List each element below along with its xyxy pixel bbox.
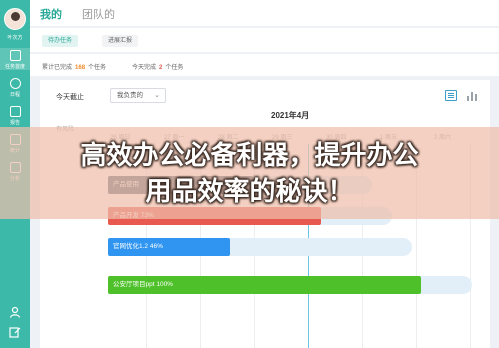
stat-label: 个任务 xyxy=(88,65,107,71)
sidebar-item-label: 报告 xyxy=(9,120,20,126)
total-count: 168 xyxy=(75,65,86,71)
sub-tabs: 待办任务 进展汇报 xyxy=(30,28,499,52)
user-icon[interactable] xyxy=(9,306,21,318)
today-completed: 今天完成 2 个任务 xyxy=(132,62,183,71)
filter-value: 我负责的 xyxy=(117,92,143,99)
chevron-down-icon: ⌄ xyxy=(154,92,160,99)
tab-team[interactable]: 团队的 xyxy=(82,6,115,22)
document-icon xyxy=(9,106,21,117)
stat-label: 今天完成 xyxy=(132,65,157,71)
tab-progress-report[interactable]: 进展汇报 xyxy=(102,35,139,47)
top-bar: 我的 团队的 xyxy=(30,0,499,26)
task-bar-track[interactable]: 公安厅项目ppt 100% xyxy=(108,276,472,294)
edit-icon[interactable] xyxy=(9,326,21,338)
sidebar-item-tasks[interactable]: 任务首度 xyxy=(0,48,30,70)
grid-icon xyxy=(9,50,21,61)
stat-label: 累计已完成 xyxy=(42,65,73,71)
list-view-icon[interactable] xyxy=(445,90,457,101)
clock-icon xyxy=(9,78,21,89)
today-count: 2 xyxy=(159,65,163,71)
filter-dropdown[interactable]: 我负责的 ⌄ xyxy=(110,88,166,103)
sidebar-item-schedule[interactable]: 日程 xyxy=(0,76,30,98)
total-completed: 累计已完成 168 个任务 xyxy=(42,62,106,71)
avatar[interactable] xyxy=(4,8,26,30)
tab-mine[interactable]: 我的 xyxy=(40,6,62,22)
chart-view-icon[interactable] xyxy=(466,90,478,101)
sidebar-item-label: 日程 xyxy=(9,92,20,98)
user-name: 叶次方 xyxy=(7,35,23,41)
task-label: 官网优化1.2 46% xyxy=(113,243,163,250)
deadline-label: 今天截止 xyxy=(56,94,84,101)
tab-todo[interactable]: 待办任务 xyxy=(42,35,79,47)
month-label: 2021年4月 xyxy=(271,111,310,120)
task-label: 公安厅项目ppt 100% xyxy=(113,281,173,288)
sidebar-item-label: 任务首度 xyxy=(4,64,25,70)
task-bar-track[interactable]: 官网优化1.2 46% xyxy=(108,238,412,256)
banner-headline: 高效办公必备利器，提升办公 用品效率的秘诀！ xyxy=(0,138,499,210)
stats-bar: 累计已完成 168 个任务 今天完成 2 个任务 xyxy=(30,54,499,76)
sidebar-item-report[interactable]: 报告 xyxy=(0,104,30,126)
banner-line-2: 用品效率的秘诀！ xyxy=(145,177,354,207)
stat-label: 个任务 xyxy=(165,65,184,71)
banner-line-1: 高效办公必备利器，提升办公 xyxy=(80,141,419,171)
